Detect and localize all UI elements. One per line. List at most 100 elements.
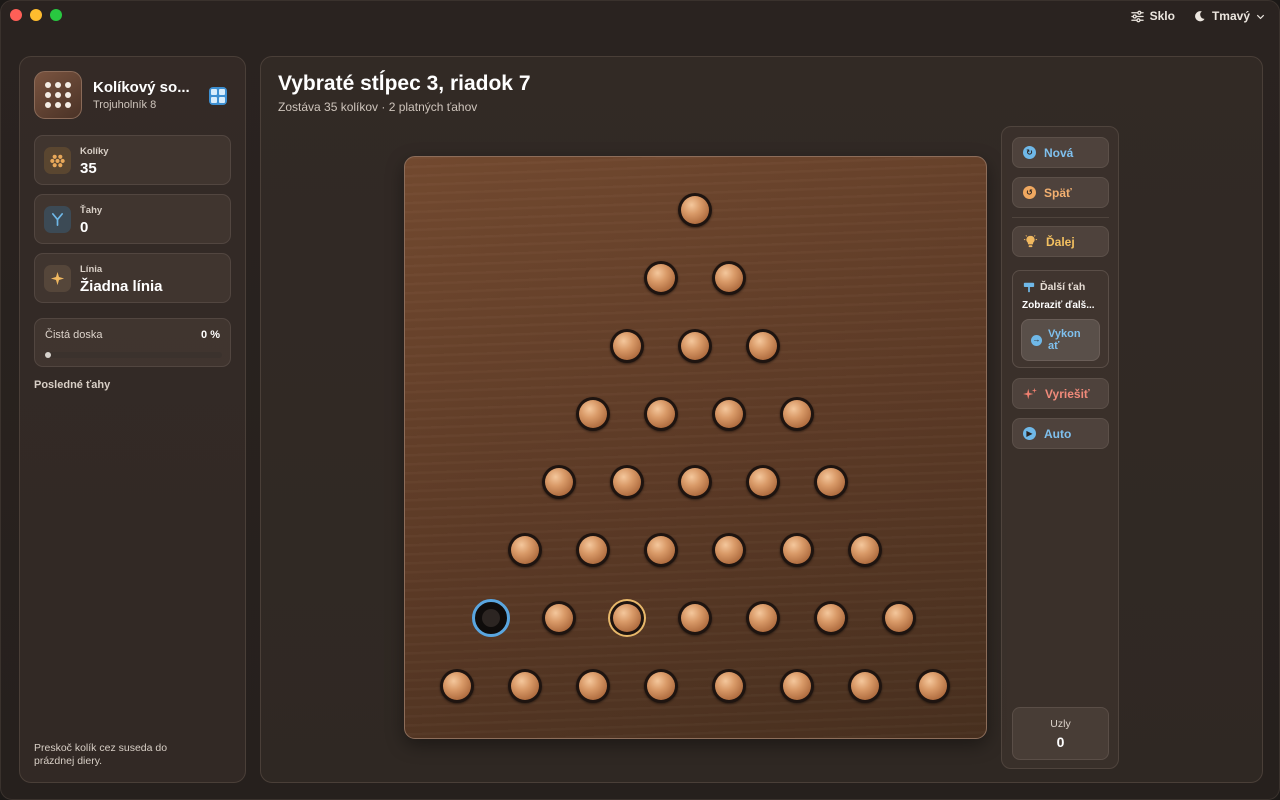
peg[interactable] xyxy=(712,669,746,703)
signpost-icon xyxy=(1023,282,1035,293)
peg[interactable] xyxy=(746,465,780,499)
arrow-right-icon: → xyxy=(1031,334,1042,346)
nodes-counter: Uzly 0 xyxy=(1012,707,1109,760)
glass-toggle-button[interactable]: Sklo xyxy=(1125,6,1181,26)
sparkles-icon xyxy=(1023,387,1037,399)
solve-button[interactable]: Vyriešiť xyxy=(1012,378,1109,409)
stat-line-label: Línia xyxy=(80,264,103,275)
stat-pegs-label: Kolíky xyxy=(80,146,109,157)
peg[interactable] xyxy=(542,465,576,499)
next-move-title: Ďalší ťah xyxy=(1040,281,1086,293)
minimize-window-button[interactable] xyxy=(30,9,42,21)
peg[interactable] xyxy=(644,669,678,703)
peg[interactable] xyxy=(848,669,882,703)
peg[interactable] xyxy=(644,397,678,431)
peg[interactable] xyxy=(882,601,916,635)
peg[interactable] xyxy=(508,533,542,567)
peg[interactable] xyxy=(712,397,746,431)
app-header: Kolíkový so... Trojuholník 8 xyxy=(34,71,231,119)
stat-moves-label: Ťahy xyxy=(80,205,103,216)
theme-menu-button[interactable]: Tmavý xyxy=(1187,6,1271,26)
peg[interactable] xyxy=(644,261,678,295)
selected-peg[interactable] xyxy=(610,601,644,635)
new-game-button[interactable]: ↻ Nová xyxy=(1012,137,1109,168)
page-subtitle: Zostáva 35 kolíkov · 2 platných ťahov xyxy=(278,100,478,114)
peg[interactable] xyxy=(814,465,848,499)
peg[interactable] xyxy=(780,533,814,567)
peg[interactable] xyxy=(746,601,780,635)
main-area: Vybraté stĺpec 3, riadok 7 Zostáva 35 ko… xyxy=(260,56,1263,783)
stat-line-value: Žiadna línia xyxy=(80,278,163,295)
page-title: Vybraté stĺpec 3, riadok 7 xyxy=(278,72,531,95)
auto-play-button[interactable]: ▶ Auto xyxy=(1012,418,1109,449)
execute-move-button[interactable]: → Vykon ať xyxy=(1021,319,1100,361)
execute-move-label: Vykon ať xyxy=(1048,328,1081,352)
stat-moves-value: 0 xyxy=(80,219,89,236)
peg[interactable] xyxy=(508,669,542,703)
theme-label: Tmavý xyxy=(1211,9,1250,23)
progress-track xyxy=(45,352,222,358)
auto-play-label: Auto xyxy=(1044,426,1072,441)
peg[interactable] xyxy=(780,397,814,431)
peg[interactable] xyxy=(678,329,712,363)
stat-pegs-value: 35 xyxy=(80,160,97,177)
peg[interactable] xyxy=(712,261,746,295)
pegs-icon xyxy=(44,147,71,174)
next-move-text: Zobraziť ďalš... xyxy=(1022,300,1095,311)
peg[interactable] xyxy=(576,533,610,567)
peg[interactable] xyxy=(678,465,712,499)
progress-fill xyxy=(45,352,51,358)
peg[interactable] xyxy=(746,329,780,363)
peg[interactable] xyxy=(916,669,950,703)
refresh-icon: ↻ xyxy=(1023,146,1036,159)
zoom-window-button[interactable] xyxy=(50,9,62,21)
peg[interactable] xyxy=(610,329,644,363)
peg[interactable] xyxy=(610,465,644,499)
board-grid-icon[interactable] xyxy=(209,87,227,105)
app-subtitle: Trojuholník 8 xyxy=(93,99,157,111)
peg[interactable] xyxy=(576,669,610,703)
branch-icon xyxy=(44,206,71,233)
peg[interactable] xyxy=(678,601,712,635)
undo-button[interactable]: ↺ Späť xyxy=(1012,177,1109,208)
sliders-icon xyxy=(1130,10,1144,22)
divider xyxy=(1012,217,1109,218)
stat-line: Línia Žiadna línia xyxy=(34,253,231,303)
nodes-value: 0 xyxy=(1056,734,1065,750)
nodes-label: Uzly xyxy=(1050,718,1071,730)
peg[interactable] xyxy=(542,601,576,635)
peg[interactable] xyxy=(780,669,814,703)
peg[interactable] xyxy=(576,397,610,431)
undo-label: Späť xyxy=(1044,185,1072,200)
progress-value: 0 % xyxy=(201,329,220,341)
stat-pegs: Kolíky 35 xyxy=(34,135,231,185)
clean-board-progress: Čistá doska 0 % xyxy=(34,318,231,367)
undo-icon: ↺ xyxy=(1023,186,1036,199)
close-window-button[interactable] xyxy=(10,9,22,21)
peg[interactable] xyxy=(644,533,678,567)
hint-text: Preskoč kolík cez suseda do prázdnej die… xyxy=(34,742,168,767)
lightbulb-icon xyxy=(1023,235,1038,248)
play-icon: ▶ xyxy=(1023,427,1036,440)
next-hint-button[interactable]: Ďalej xyxy=(1012,226,1109,257)
empty-hole[interactable] xyxy=(472,599,510,637)
app-window: Sklo Tmavý Kolíkový so... Trojuholník 8 … xyxy=(0,0,1280,800)
peg[interactable] xyxy=(440,669,474,703)
peg[interactable] xyxy=(678,193,712,227)
controls-panel: ↻ Nová ↺ Späť Ďalej Ďalší ťah Zobraziť ď… xyxy=(1001,126,1119,769)
peg[interactable] xyxy=(712,533,746,567)
sidebar: Kolíkový so... Trojuholník 8 Kolíky 35 Ť… xyxy=(19,56,246,783)
progress-label: Čistá doska xyxy=(45,329,103,341)
chevron-down-icon xyxy=(1256,14,1265,19)
glass-label: Sklo xyxy=(1149,9,1175,23)
peg[interactable] xyxy=(814,601,848,635)
sparkle-icon xyxy=(44,265,71,292)
title-bar: Sklo Tmavý xyxy=(1,1,1279,31)
next-hint-label: Ďalej xyxy=(1046,234,1075,249)
next-move-card: Ďalší ťah Zobraziť ďalš... → Vykon ať xyxy=(1012,270,1109,368)
moon-icon xyxy=(1195,10,1205,21)
game-board[interactable] xyxy=(404,156,987,739)
recent-moves-heading: Posledné ťahy xyxy=(34,379,111,391)
peg[interactable] xyxy=(848,533,882,567)
new-game-label: Nová xyxy=(1044,145,1074,160)
